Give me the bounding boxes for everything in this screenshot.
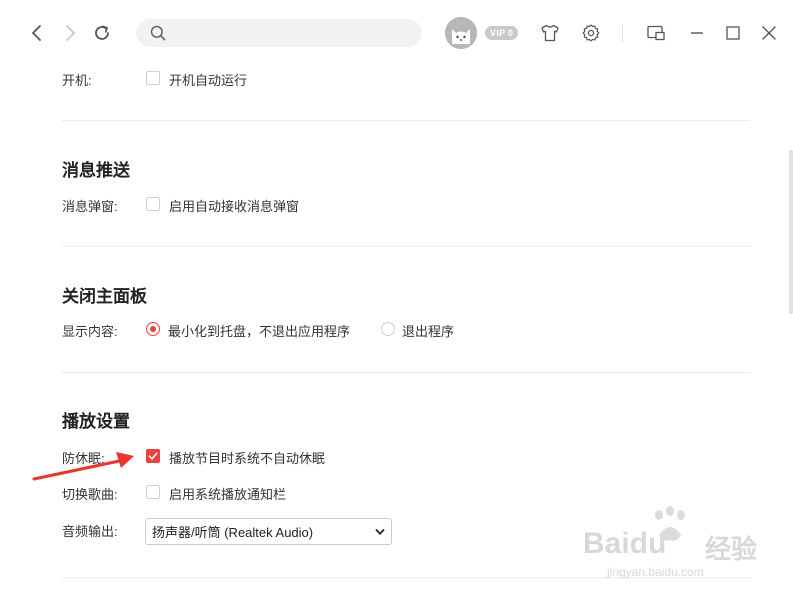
toolbar-divider (622, 24, 623, 42)
autostart-option-text[interactable]: 开机自动运行 (169, 70, 247, 89)
exit-program-radio[interactable] (381, 322, 395, 336)
mini-player-icon (647, 25, 665, 41)
skin-shirt-icon (541, 24, 559, 42)
settings-gear-icon (582, 24, 600, 42)
close-icon (762, 26, 776, 40)
playback-section-title: 播放设置 (62, 412, 130, 431)
minimize-to-tray-radio[interactable] (146, 322, 160, 336)
watermark-cn: 经验 (705, 534, 758, 564)
search-box[interactable] (136, 19, 422, 47)
audio-output-label: 音频输出: (62, 524, 118, 539)
settings-button[interactable] (578, 20, 604, 46)
search-icon (150, 25, 166, 41)
anti-sleep-option-text[interactable]: 播放节目时系统不自动休眠 (169, 448, 325, 467)
autostart-checkbox[interactable] (146, 71, 160, 85)
watermark-brand: Baidu (583, 527, 667, 560)
maximize-button[interactable] (720, 20, 746, 46)
watermark-url: jingyan.baidu.com (607, 565, 704, 579)
chevron-down-icon (375, 529, 385, 535)
popup-label: 消息弹窗: (62, 199, 118, 214)
close-panel-section-title: 关闭主面板 (62, 287, 147, 306)
refresh-button[interactable] (89, 20, 115, 46)
minimize-icon (691, 32, 703, 34)
exit-program-option-text[interactable]: 退出程序 (402, 321, 454, 340)
message-popup-checkbox[interactable] (146, 197, 160, 211)
display-content-label: 显示内容: (62, 324, 118, 339)
forward-icon (66, 25, 75, 41)
maximize-icon (726, 26, 740, 40)
baidu-jingyan-watermark: Baidu 经验 jingyan.baidu.com (575, 505, 785, 585)
title-bar: VIP 0 (0, 0, 793, 64)
section-divider (62, 120, 750, 121)
avatar-cat-icon (445, 17, 477, 49)
audio-output-selected-value: 扬声器/听筒 (Realtek Audio) (152, 525, 314, 540)
back-button[interactable] (24, 20, 50, 46)
settings-window: VIP 0 开机: 开机自动运行 消息推送 消息弹窗: 启用自动接收消息弹窗 关… (0, 0, 793, 595)
close-button[interactable] (756, 20, 782, 46)
minimize-to-tray-option-text[interactable]: 最小化到托盘，不退出应用程序 (168, 321, 350, 340)
scrollbar-thumb[interactable] (789, 150, 793, 314)
notification-bar-option-text[interactable]: 启用系统播放通知栏 (169, 484, 286, 503)
skin-button[interactable] (537, 20, 563, 46)
annotation-arrow-icon (32, 452, 134, 481)
back-icon (32, 25, 41, 41)
audio-output-select[interactable]: 扬声器/听筒 (Realtek Audio) (145, 518, 392, 545)
push-section-title: 消息推送 (62, 161, 130, 180)
startup-label: 开机: (62, 73, 92, 88)
section-divider (62, 372, 750, 373)
message-popup-option-text[interactable]: 启用自动接收消息弹窗 (169, 196, 299, 215)
section-divider (62, 246, 750, 247)
forward-button[interactable] (57, 20, 83, 46)
search-input[interactable] (174, 25, 414, 41)
mini-player-button[interactable] (643, 20, 669, 46)
avatar[interactable] (445, 17, 477, 49)
vip-badge[interactable]: VIP 0 (485, 26, 519, 40)
refresh-icon (95, 25, 109, 40)
minimize-button[interactable] (684, 20, 710, 46)
